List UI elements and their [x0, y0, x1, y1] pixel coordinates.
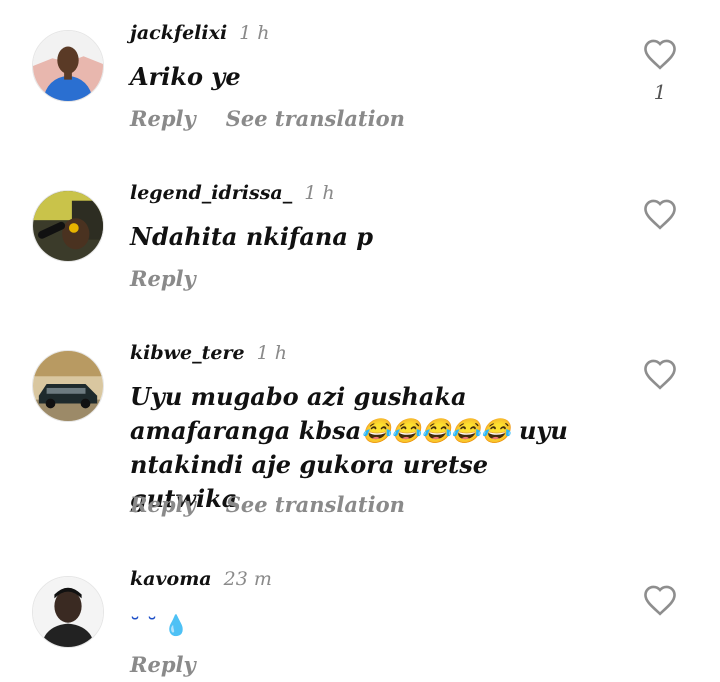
timestamp: 1 h — [304, 182, 335, 204]
comment-meta: kibwe_tere 1 h — [130, 342, 287, 364]
heart-outline-icon — [644, 199, 676, 230]
avatar[interactable] — [32, 30, 104, 102]
like-button[interactable] — [642, 38, 678, 70]
avatar[interactable] — [32, 350, 104, 422]
comment-meta: jackfelixi 1 h — [130, 22, 270, 44]
person-blue-shirt-avatar — [33, 31, 103, 101]
see-translation-button[interactable]: See translation — [226, 106, 405, 131]
reply-button[interactable]: Reply — [130, 652, 196, 677]
comment-meta: legend_idrissa_ 1 h — [130, 182, 335, 204]
like-count: 1 — [653, 80, 667, 104]
timestamp: 23 m — [223, 568, 272, 590]
comment-text: Ariko ye — [130, 62, 241, 91]
vintage-car-avatar — [33, 351, 103, 421]
comment-meta: kavoma 23 m — [130, 568, 272, 590]
comment-item: legend_idrissa_ 1 h Ndahita nkifana p Rep… — [0, 160, 720, 320]
avatar[interactable] — [32, 190, 104, 262]
comment-item: kavoma 23 m ˘ ˘ 💧 Reply — [0, 546, 720, 682]
like-button[interactable] — [642, 198, 678, 230]
username[interactable]: legend_idrissa_ — [130, 182, 292, 204]
comment-text: ˘ ˘ 💧 — [130, 613, 189, 637]
comment-actions: Reply See translation — [130, 492, 435, 517]
heart-outline-icon — [644, 39, 676, 70]
comment-text: Ndahita nkifana p — [130, 222, 374, 251]
person-microphone-avatar — [33, 191, 103, 261]
like-button[interactable] — [642, 358, 678, 390]
username[interactable]: jackfelixi — [130, 22, 227, 44]
person-portrait-avatar — [33, 577, 103, 647]
timestamp: 1 h — [239, 22, 270, 44]
reply-button[interactable]: Reply — [130, 492, 196, 517]
comment-item: jackfelixi 1 h Ariko ye Reply See translat… — [0, 0, 720, 160]
username[interactable]: kavoma — [130, 568, 212, 590]
timestamp: 1 h — [256, 342, 287, 364]
reply-button[interactable]: Reply — [130, 106, 196, 131]
heart-outline-icon — [644, 585, 676, 616]
username[interactable]: kibwe_tere — [130, 342, 245, 364]
comment-actions: Reply See translation — [130, 106, 435, 131]
comment-item: kibwe_tere 1 h Uyu mugabo azi gushaka ama… — [0, 320, 720, 546]
heart-outline-icon — [644, 359, 676, 390]
like-button[interactable] — [642, 584, 678, 616]
reply-button[interactable]: Reply — [130, 266, 196, 291]
see-translation-button[interactable]: See translation — [226, 492, 405, 517]
comment-actions: Reply — [130, 652, 226, 677]
avatar[interactable] — [32, 576, 104, 648]
comment-actions: Reply — [130, 266, 226, 291]
